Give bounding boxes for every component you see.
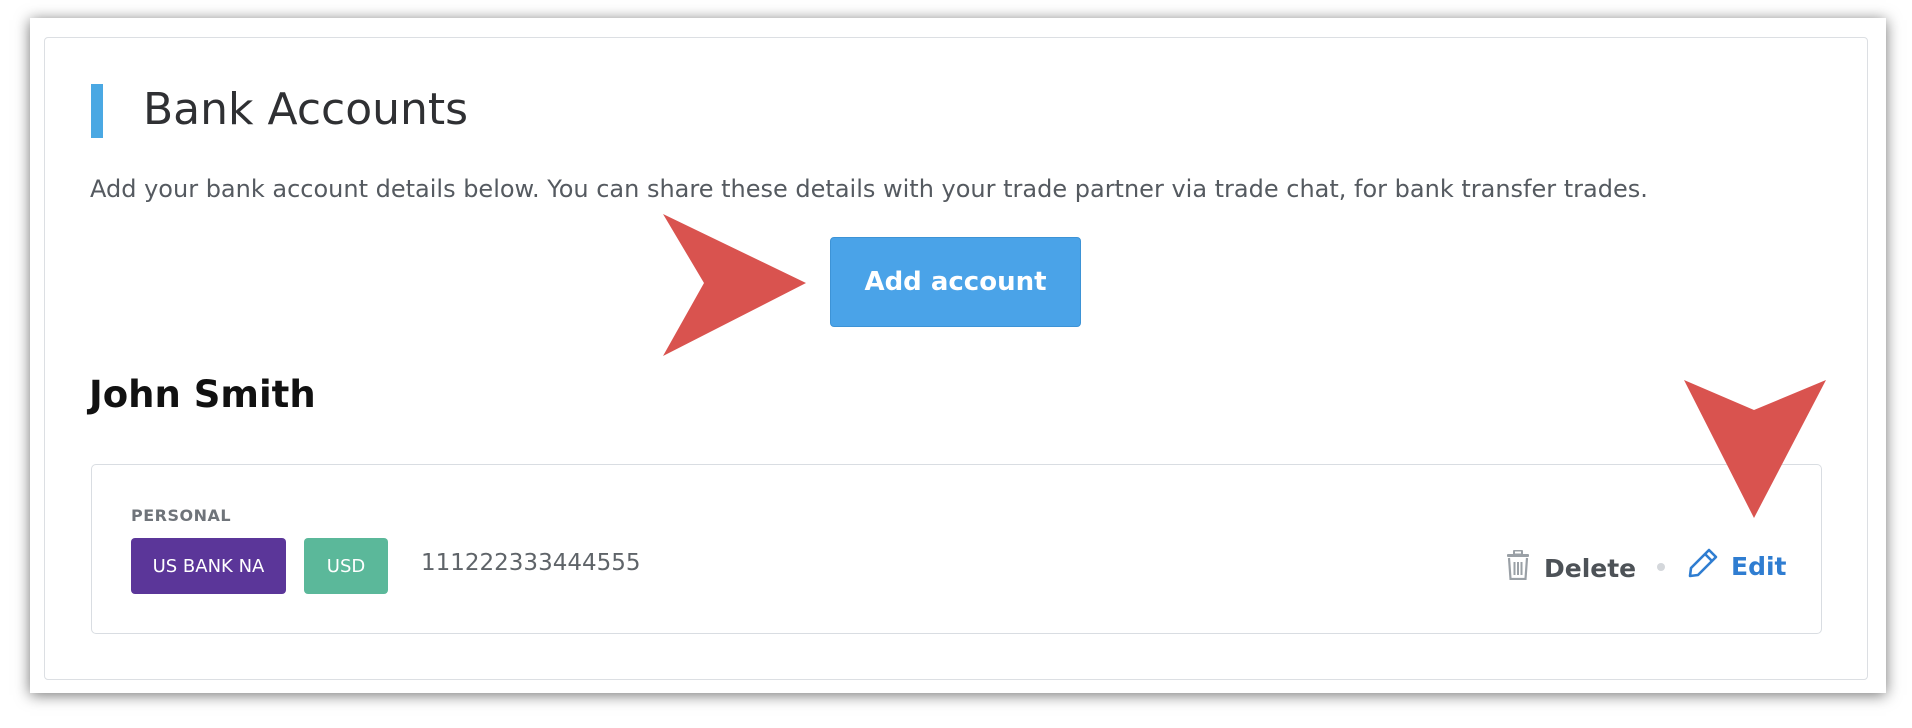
account-holder-name: John Smith (89, 373, 316, 416)
action-separator (1657, 563, 1665, 571)
edit-label: Edit (1731, 551, 1787, 581)
edit-account-button[interactable]: Edit (1687, 546, 1787, 586)
pencil-icon (1687, 547, 1719, 585)
title-accent-bar (91, 84, 103, 138)
page-title: Bank Accounts (143, 84, 469, 135)
currency-badge: USD (304, 538, 388, 594)
trash-icon (1506, 549, 1530, 586)
section-description: Add your bank account details below. You… (90, 175, 1648, 203)
account-number: 111222333444555 (421, 550, 641, 576)
account-type-label: PERSONAL (131, 506, 232, 525)
bank-name-badge: US BANK NA (131, 538, 286, 594)
screenshot-stage: Bank Accounts Add your bank account deta… (0, 0, 1912, 728)
add-account-button[interactable]: Add account (830, 237, 1081, 327)
delete-label: Delete (1544, 553, 1637, 583)
delete-account-button[interactable]: Delete (1506, 548, 1636, 588)
